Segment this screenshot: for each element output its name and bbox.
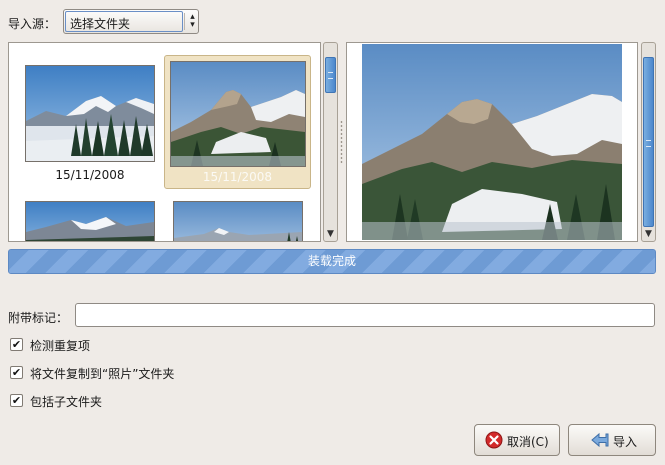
progress-text: 装载完成 [307, 254, 356, 268]
tags-label: 附带标记： [8, 311, 69, 325]
checkmark-icon[interactable]: ✔ [10, 366, 23, 379]
preview-scrollbar[interactable]: ▼ [641, 42, 656, 242]
import-source-label: 导入源： [8, 17, 57, 31]
mountain-photo-image [26, 202, 154, 241]
scrollbar-thumb[interactable] [643, 57, 654, 227]
import-source-select[interactable]: 选择文件夹 ▴ ▾ [63, 9, 199, 34]
pane-splitter-handle[interactable] [340, 120, 343, 164]
thumbnail-photo [25, 201, 155, 241]
checkmark-icon[interactable]: ✔ [10, 338, 23, 351]
import-button[interactable]: 导入 [568, 424, 656, 456]
thumbnail-pane[interactable]: 15/11/2008 15/11/2008 [8, 42, 321, 242]
cancel-button[interactable]: 取消(C) [474, 424, 560, 456]
scroll-grip-icon [646, 140, 651, 147]
cancel-label: 取消(C) [507, 435, 549, 449]
thumbnail-item[interactable]: 15/11/2008 [24, 62, 156, 192]
mountain-photo-image [362, 44, 622, 240]
select-separator [184, 13, 185, 30]
checkmark-icon[interactable]: ✔ [10, 394, 23, 407]
mountain-photo-image [174, 202, 302, 241]
tags-input[interactable] [75, 303, 655, 327]
import-label: 导入 [613, 435, 638, 449]
loading-progress-bar: 装载完成 [8, 249, 656, 274]
thumbnail-scrollbar[interactable]: ▼ [323, 42, 338, 242]
thumbnail-item[interactable] [172, 198, 304, 241]
option-label: 包括子文件夹 [30, 395, 103, 409]
preview-pane [346, 42, 638, 242]
mountain-photo-image [171, 62, 305, 166]
thumbnail-date: 15/11/2008 [55, 168, 125, 182]
thumbnail-photo [170, 61, 306, 167]
scroll-down-arrow-icon[interactable]: ▼ [642, 227, 655, 241]
up-down-arrows-icon: ▴ ▾ [190, 12, 195, 30]
import-source-value: 选择文件夹 [70, 17, 131, 31]
thumbnail-photo [25, 65, 155, 162]
thumbnail-item-selected[interactable]: 15/11/2008 [164, 55, 311, 189]
import-arrow-icon [591, 432, 609, 448]
mountain-photo-image [26, 66, 154, 161]
thumbnail-item[interactable] [24, 198, 156, 241]
preview-photo [362, 44, 622, 240]
cancel-icon [485, 431, 503, 449]
thumbnail-photo [173, 201, 303, 241]
scrollbar-thumb[interactable] [325, 57, 336, 93]
option-label: 将文件复制到“照片”文件夹 [30, 367, 175, 381]
thumbnail-date: 15/11/2008 [202, 170, 273, 184]
scroll-down-arrow-icon[interactable]: ▼ [324, 227, 337, 241]
option-label: 检测重复项 [30, 339, 91, 353]
scroll-grip-icon [328, 72, 333, 79]
